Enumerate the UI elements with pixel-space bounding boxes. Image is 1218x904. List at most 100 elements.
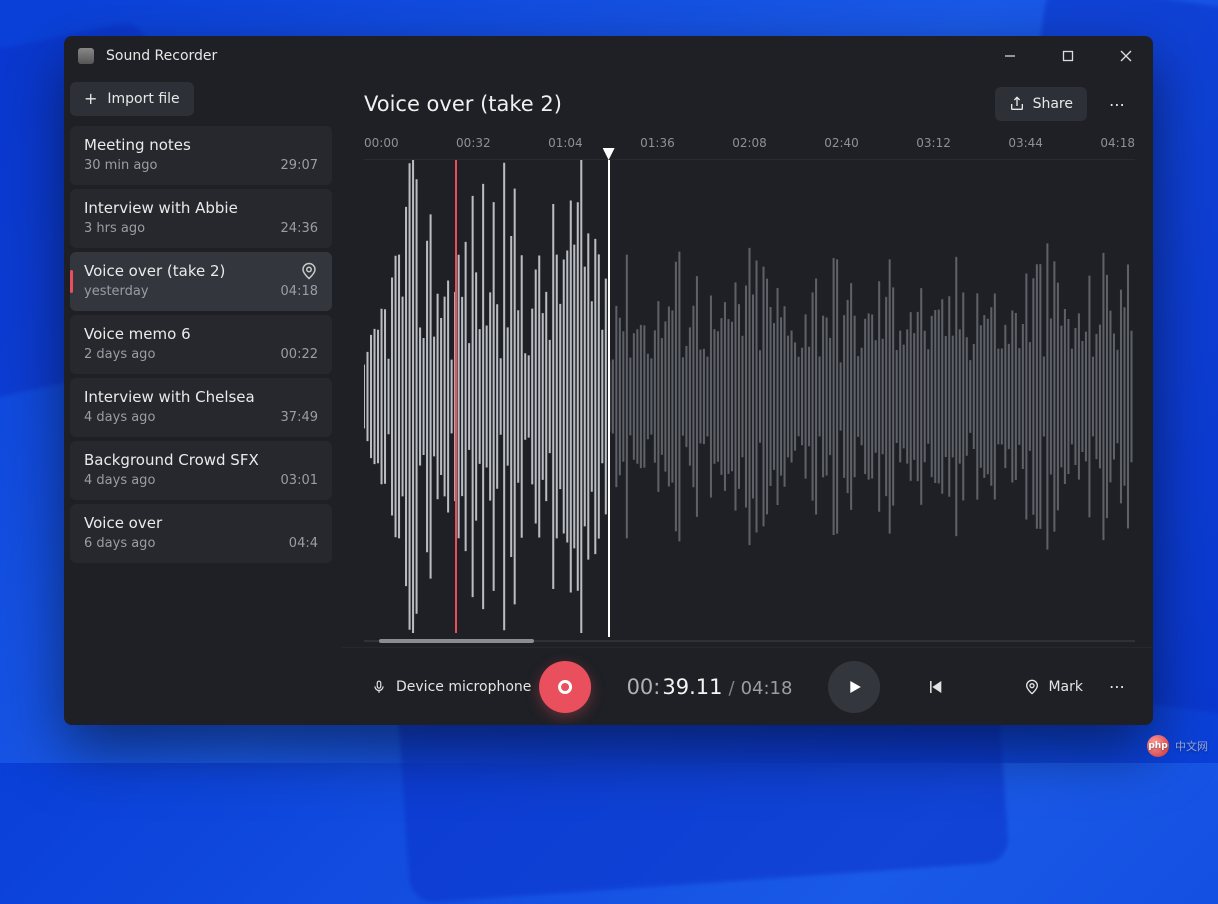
recording-item-meta: 6 days ago 04:4 xyxy=(84,536,318,551)
sidebar: + Import file Meeting notes 30 min ago 29:… xyxy=(64,76,342,725)
waveform-canvas[interactable] xyxy=(364,160,1135,633)
mark-icon xyxy=(1024,679,1040,695)
recording-item-age: 4 days ago xyxy=(84,410,155,425)
main-panel: Voice over (take 2) Share ⋯ 00:00 00:32 01… xyxy=(342,76,1153,725)
device-selector[interactable]: Device microphone xyxy=(360,669,563,705)
recording-item-duration: 04:4 xyxy=(289,536,318,551)
recording-item-duration: 29:07 xyxy=(281,158,318,173)
recording-item-age: yesterday xyxy=(84,284,149,299)
time-display: 00:39.11 / 04:18 xyxy=(627,675,793,699)
recordings-list[interactable]: Meeting notes 30 min ago 29:07 Interview wi… xyxy=(70,126,338,719)
recording-item[interactable]: Interview with Abbie 3 hrs ago 24:36 xyxy=(70,189,332,248)
minimize-icon xyxy=(1004,50,1016,62)
recording-item-duration: 37:49 xyxy=(281,410,318,425)
recording-item[interactable]: Background Crowd SFX 4 days ago 03:01 xyxy=(70,441,332,500)
app-window: Sound Recorder + Import file Meeting not… xyxy=(64,36,1153,725)
recording-item-age: 4 days ago xyxy=(84,473,155,488)
play-button[interactable] xyxy=(828,661,880,713)
plus-icon: + xyxy=(84,91,97,107)
marker-indicator[interactable] xyxy=(455,160,457,633)
timeline-tick: 03:44 xyxy=(1008,136,1043,150)
playback-controls: Device microphone 00:39.11 / 04:18 xyxy=(342,647,1153,725)
recording-item-meta: 30 min ago 29:07 xyxy=(84,158,318,173)
mark-button[interactable]: Mark xyxy=(1012,669,1095,705)
microphone-icon xyxy=(372,680,386,694)
recording-item-duration: 00:22 xyxy=(281,347,318,362)
timeline-tick: 03:12 xyxy=(916,136,951,150)
recording-item[interactable]: Voice over 6 days ago 04:4 xyxy=(70,504,332,563)
close-button[interactable] xyxy=(1103,36,1149,76)
app-icon xyxy=(78,48,94,64)
recording-item[interactable]: Voice over (take 2) yesterday 04:18 xyxy=(70,252,332,311)
play-icon xyxy=(845,678,863,696)
watermark-logo: php xyxy=(1147,735,1169,757)
recording-item-age: 30 min ago xyxy=(84,158,158,173)
share-label: Share xyxy=(1033,96,1073,112)
skip-back-icon xyxy=(927,678,945,696)
recording-item-title: Interview with Abbie xyxy=(84,199,318,217)
recording-item-title: Meeting notes xyxy=(84,136,318,154)
mark-label: Mark xyxy=(1048,679,1083,695)
recording-item-meta: 2 days ago 00:22 xyxy=(84,347,318,362)
more-icon: ⋯ xyxy=(1109,677,1125,696)
main-header: Voice over (take 2) Share ⋯ xyxy=(342,76,1153,132)
recording-item[interactable]: Interview with Chelsea 4 days ago 37:49 xyxy=(70,378,332,437)
timeline-ruler[interactable]: 00:00 00:32 01:04 01:36 02:08 02:40 03:12 03:44… xyxy=(364,132,1135,160)
timeline-tick: 00:00 xyxy=(364,136,399,150)
timeline-tick: 02:40 xyxy=(824,136,859,150)
recording-item-title: Interview with Chelsea xyxy=(84,388,318,406)
more-controls-button[interactable]: ⋯ xyxy=(1099,670,1135,704)
timeline-tick: 01:36 xyxy=(640,136,675,150)
maximize-button[interactable] xyxy=(1045,36,1091,76)
waveform-area: 00:00 00:32 01:04 01:36 02:08 02:40 03:12 03:44… xyxy=(364,132,1135,647)
share-icon xyxy=(1009,96,1025,112)
recording-item-title: Voice memo 6 xyxy=(84,325,318,343)
center-controls: 00:39.11 / 04:18 xyxy=(539,661,957,713)
recording-item-age: 6 days ago xyxy=(84,536,155,551)
more-options-button[interactable]: ⋯ xyxy=(1099,87,1135,121)
minimize-button[interactable] xyxy=(987,36,1033,76)
maximize-icon xyxy=(1062,50,1074,62)
title-bar: Sound Recorder xyxy=(64,36,1153,76)
import-file-button[interactable]: + Import file xyxy=(70,82,194,116)
recording-item-duration: 03:01 xyxy=(281,473,318,488)
timeline-tick: 02:08 xyxy=(732,136,767,150)
current-time-seconds: 39.11 xyxy=(662,675,722,699)
current-time-prefix: 00: xyxy=(627,675,661,699)
recording-item-duration: 24:36 xyxy=(281,221,318,236)
app-title: Sound Recorder xyxy=(106,48,217,64)
recording-item-meta: yesterday 04:18 xyxy=(84,284,318,299)
timeline-tick: 00:32 xyxy=(456,136,491,150)
timeline-tick: 01:04 xyxy=(548,136,583,150)
watermark: php 中文网 xyxy=(1147,735,1208,757)
recording-item-meta: 4 days ago 37:49 xyxy=(84,410,318,425)
record-icon xyxy=(558,680,572,694)
more-icon: ⋯ xyxy=(1109,95,1125,114)
import-file-label: Import file xyxy=(107,91,179,107)
time-separator: / xyxy=(728,678,734,699)
recording-item-title: Voice over xyxy=(84,514,318,532)
skip-back-button[interactable] xyxy=(916,667,956,707)
recording-item-age: 2 days ago xyxy=(84,347,155,362)
recording-item[interactable]: Meeting notes 30 min ago 29:07 xyxy=(70,126,332,185)
total-time: 04:18 xyxy=(741,678,793,699)
recording-item-meta: 3 hrs ago 24:36 xyxy=(84,221,318,236)
recording-title: Voice over (take 2) xyxy=(364,92,983,116)
recording-item-age: 3 hrs ago xyxy=(84,221,145,236)
record-button[interactable] xyxy=(539,661,591,713)
recording-item-meta: 4 days ago 03:01 xyxy=(84,473,318,488)
horizontal-scrollbar[interactable] xyxy=(364,635,1135,647)
recording-item-duration: 04:18 xyxy=(281,284,318,299)
timeline-tick: 04:18 xyxy=(1100,136,1135,150)
recording-item-title: Voice over (take 2) xyxy=(84,262,318,280)
waveform-svg xyxy=(364,160,1135,633)
recording-item-title: Background Crowd SFX xyxy=(84,451,318,469)
device-label: Device microphone xyxy=(396,679,531,695)
recording-item[interactable]: Voice memo 6 2 days ago 00:22 xyxy=(70,315,332,374)
scrollbar-thumb[interactable] xyxy=(379,639,533,643)
right-controls: Mark ⋯ xyxy=(1012,669,1135,705)
share-button[interactable]: Share xyxy=(995,87,1087,121)
close-icon xyxy=(1120,50,1132,62)
playhead[interactable] xyxy=(608,160,610,637)
location-icon xyxy=(300,262,318,280)
